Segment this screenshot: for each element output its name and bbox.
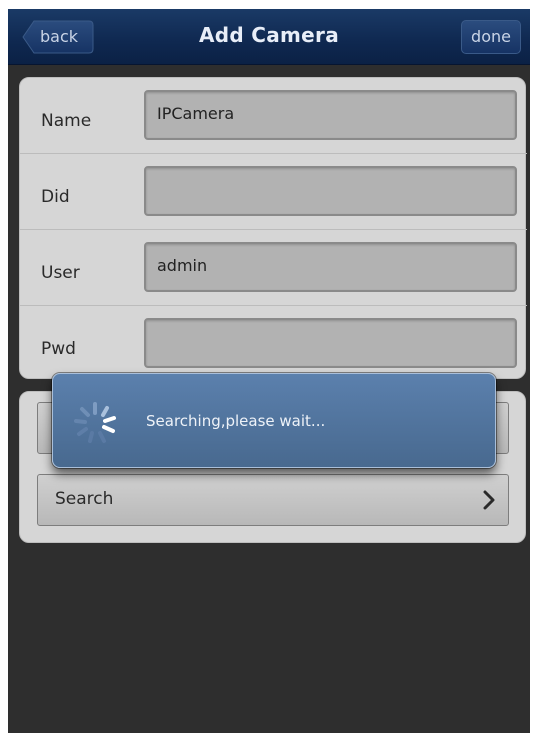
chevron-right-icon bbox=[483, 490, 495, 510]
page-title: Add Camera bbox=[198, 23, 339, 47]
camera-form: Name IPCamera Did User admin Pwd bbox=[19, 77, 527, 382]
did-row: Did bbox=[20, 154, 527, 230]
loading-spinner-icon bbox=[74, 402, 116, 443]
loading-message: Searching,please wait... bbox=[146, 412, 326, 430]
loading-dialog: Searching,please wait... bbox=[52, 373, 496, 468]
search-button-label: Search bbox=[55, 489, 114, 509]
name-label: Name bbox=[41, 111, 92, 131]
screen: back Add Camera done Name IPCamera Did U… bbox=[8, 9, 530, 733]
pwd-row: Pwd bbox=[20, 306, 527, 382]
name-row: Name IPCamera bbox=[20, 78, 527, 154]
navbar: back Add Camera done bbox=[8, 9, 530, 65]
user-label: User bbox=[41, 263, 80, 283]
user-row: User admin bbox=[20, 230, 527, 306]
name-field[interactable]: IPCamera bbox=[144, 90, 517, 140]
user-field[interactable]: admin bbox=[144, 242, 517, 292]
done-button[interactable]: done bbox=[461, 20, 521, 54]
search-button[interactable]: Search bbox=[37, 474, 509, 526]
did-label: Did bbox=[41, 187, 70, 207]
pwd-label: Pwd bbox=[41, 339, 76, 359]
pwd-field[interactable] bbox=[144, 318, 517, 368]
did-field[interactable] bbox=[144, 166, 517, 216]
name-value: IPCamera bbox=[157, 104, 235, 123]
user-value: admin bbox=[157, 256, 208, 275]
